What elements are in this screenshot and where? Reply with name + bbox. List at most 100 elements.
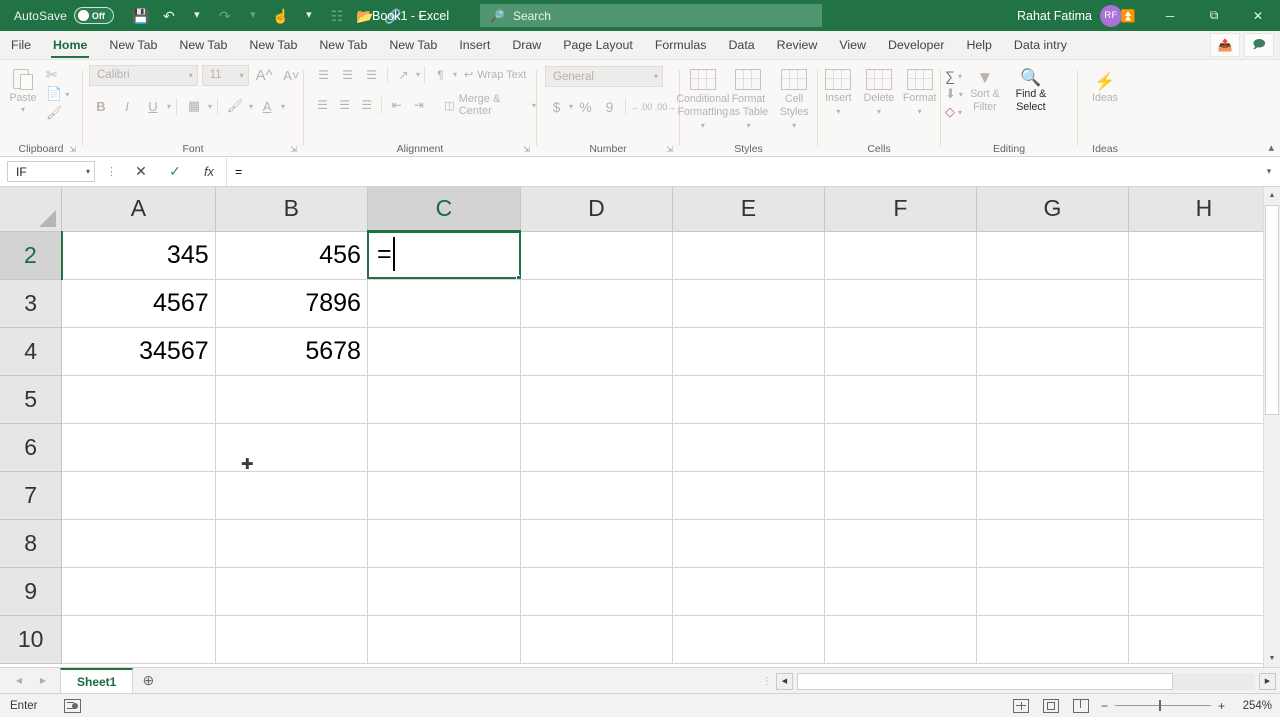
orientation-icon[interactable]: ↗ — [392, 64, 415, 85]
font-name-input[interactable]: Calibri ▾ — [89, 64, 198, 86]
merge-center-button[interactable]: ◫ Merge & Center ▾ — [444, 93, 536, 117]
vertical-scroll-thumb[interactable] — [1265, 205, 1279, 415]
format-painter-icon[interactable]: 🖌 — [46, 105, 63, 121]
horizontal-scroll-track[interactable] — [797, 672, 1255, 690]
row-header-9[interactable]: 9 — [0, 567, 63, 616]
zoom-in-button[interactable]: + — [1218, 699, 1225, 713]
column-header-b[interactable]: B — [215, 187, 368, 232]
cell-c9[interactable] — [367, 567, 522, 616]
cell-f3[interactable] — [824, 279, 977, 328]
cell-f2[interactable] — [824, 231, 977, 280]
insert-function-button[interactable]: fx — [192, 159, 226, 185]
number-format-select[interactable]: General ▾ — [545, 66, 663, 87]
tab-data[interactable]: Data — [717, 30, 765, 59]
cell-e9[interactable] — [672, 567, 825, 616]
comments-icon[interactable]: 🗩 — [1244, 33, 1274, 57]
italic-button[interactable]: I — [115, 95, 139, 117]
record-macro-icon[interactable] — [63, 698, 81, 713]
currency-dropdown-icon[interactable]: ▾ — [569, 102, 573, 111]
format-cells-button[interactable]: Format ▾ — [900, 66, 940, 116]
cell-c2[interactable]: = — [367, 231, 522, 280]
chevron-down-icon[interactable]: ▾ — [836, 107, 840, 116]
sort-filter-button[interactable]: ▼ Sort & Filter — [963, 66, 1007, 113]
shrink-font-button[interactable]: A˅ — [280, 64, 303, 86]
paste-dropdown-icon[interactable]: ▾ — [21, 105, 25, 114]
zoom-slider-thumb[interactable] — [1159, 700, 1162, 711]
align-middle-button[interactable]: ☰ — [336, 64, 359, 85]
cell-g6[interactable] — [976, 423, 1129, 472]
vertical-scrollbar[interactable]: ▲ ▼ — [1263, 187, 1280, 667]
column-header-f[interactable]: F — [824, 187, 977, 232]
chevron-down-icon[interactable]: ▾ — [918, 107, 922, 116]
cell-e10[interactable] — [672, 615, 825, 664]
cell-styles-button[interactable]: Cell Styles ▾ — [772, 66, 817, 130]
cell-g4[interactable] — [976, 327, 1129, 376]
cell-d5[interactable] — [520, 375, 673, 424]
chevron-down-icon[interactable]: ▾ — [877, 107, 881, 116]
cancel-formula-button[interactable]: ✕ — [124, 159, 158, 185]
share-icon[interactable]: 📤 — [1210, 33, 1240, 57]
cell-a2[interactable]: 345 — [61, 231, 216, 280]
cell-h10[interactable] — [1128, 615, 1280, 664]
cell-g5[interactable] — [976, 375, 1129, 424]
copy-icon[interactable]: 📄 — [46, 86, 62, 102]
formula-input[interactable]: = — [226, 157, 1258, 186]
collapse-ribbon-icon[interactable]: ▴ — [1268, 141, 1274, 154]
orientation-dropdown-icon[interactable]: ▾ — [416, 70, 420, 79]
tab-formulas[interactable]: Formulas — [644, 30, 718, 59]
cut-icon[interactable]: ✄ — [46, 67, 57, 83]
next-sheet-icon[interactable]: ▶ — [32, 670, 54, 692]
grow-font-button[interactable]: A^ — [253, 64, 276, 86]
cell-h9[interactable] — [1128, 567, 1280, 616]
sheet-tab-sheet1[interactable]: Sheet1 — [60, 667, 134, 694]
cell-a6[interactable] — [61, 423, 216, 472]
decrease-decimal-button[interactable]: .00→ — [654, 96, 677, 117]
align-left-button[interactable]: ☰ — [312, 95, 333, 116]
clipboard-dialog-launcher[interactable]: ⇲ — [69, 145, 76, 154]
cell-b10[interactable] — [215, 615, 368, 664]
scroll-left-icon[interactable]: ◀ — [776, 672, 793, 690]
cell-h8[interactable] — [1128, 519, 1280, 568]
cell-b7[interactable] — [215, 471, 368, 520]
row-header-6[interactable]: 6 — [0, 423, 63, 472]
tab-new-tab-1[interactable]: New Tab — [98, 30, 168, 59]
column-header-a[interactable]: A — [61, 187, 216, 232]
minimize-icon[interactable]: ─ — [1148, 0, 1192, 31]
clear-icon[interactable]: ◇ — [945, 104, 955, 120]
cell-b3[interactable]: 7896 — [215, 279, 368, 328]
text-direction-dropdown-icon[interactable]: ▾ — [453, 70, 457, 79]
cell-d4[interactable] — [520, 327, 673, 376]
cell-d8[interactable] — [520, 519, 673, 568]
cell-h6[interactable] — [1128, 423, 1280, 472]
underline-button[interactable]: U — [141, 95, 165, 117]
cell-f5[interactable] — [824, 375, 977, 424]
close-icon[interactable]: ✕ — [1236, 0, 1280, 31]
cell-e5[interactable] — [672, 375, 825, 424]
cell-d2[interactable] — [520, 231, 673, 280]
save-icon[interactable]: 💾 — [128, 4, 154, 28]
cell-e7[interactable] — [672, 471, 825, 520]
tab-new-tab-2[interactable]: New Tab — [168, 30, 238, 59]
cell-c7[interactable] — [367, 471, 522, 520]
cell-e6[interactable] — [672, 423, 825, 472]
cell-h2[interactable] — [1128, 231, 1280, 280]
currency-button[interactable]: $ — [545, 96, 568, 117]
cell-a10[interactable] — [61, 615, 216, 664]
delete-cells-button[interactable]: Delete ▾ — [859, 66, 899, 116]
search-input[interactable]: 🔍 Search — [480, 4, 822, 27]
row-header-8[interactable]: 8 — [0, 519, 63, 568]
cell-b4[interactable]: 5678 — [215, 327, 368, 376]
cell-c5[interactable] — [367, 375, 522, 424]
merge-dropdown-icon[interactable]: ▾ — [532, 101, 536, 110]
ribbon-display-options-icon[interactable]: ⏫ — [1108, 0, 1148, 31]
cell-d3[interactable] — [520, 279, 673, 328]
fill-icon[interactable]: ⬇ — [945, 86, 956, 102]
tab-new-tab-5[interactable]: New Tab — [378, 30, 448, 59]
chevron-down-icon[interactable]: ▾ — [701, 121, 705, 130]
autosum-icon[interactable]: ∑ — [945, 68, 955, 84]
horizontal-scrollbar[interactable]: ⋮ ◀ ▶ — [762, 671, 1276, 691]
calculate-icon[interactable]: ☷ — [324, 4, 350, 28]
undo-dropdown-icon[interactable]: ▾ — [184, 4, 210, 28]
bold-button[interactable]: B — [89, 95, 113, 117]
autosave-toggle[interactable]: Off — [73, 7, 114, 24]
